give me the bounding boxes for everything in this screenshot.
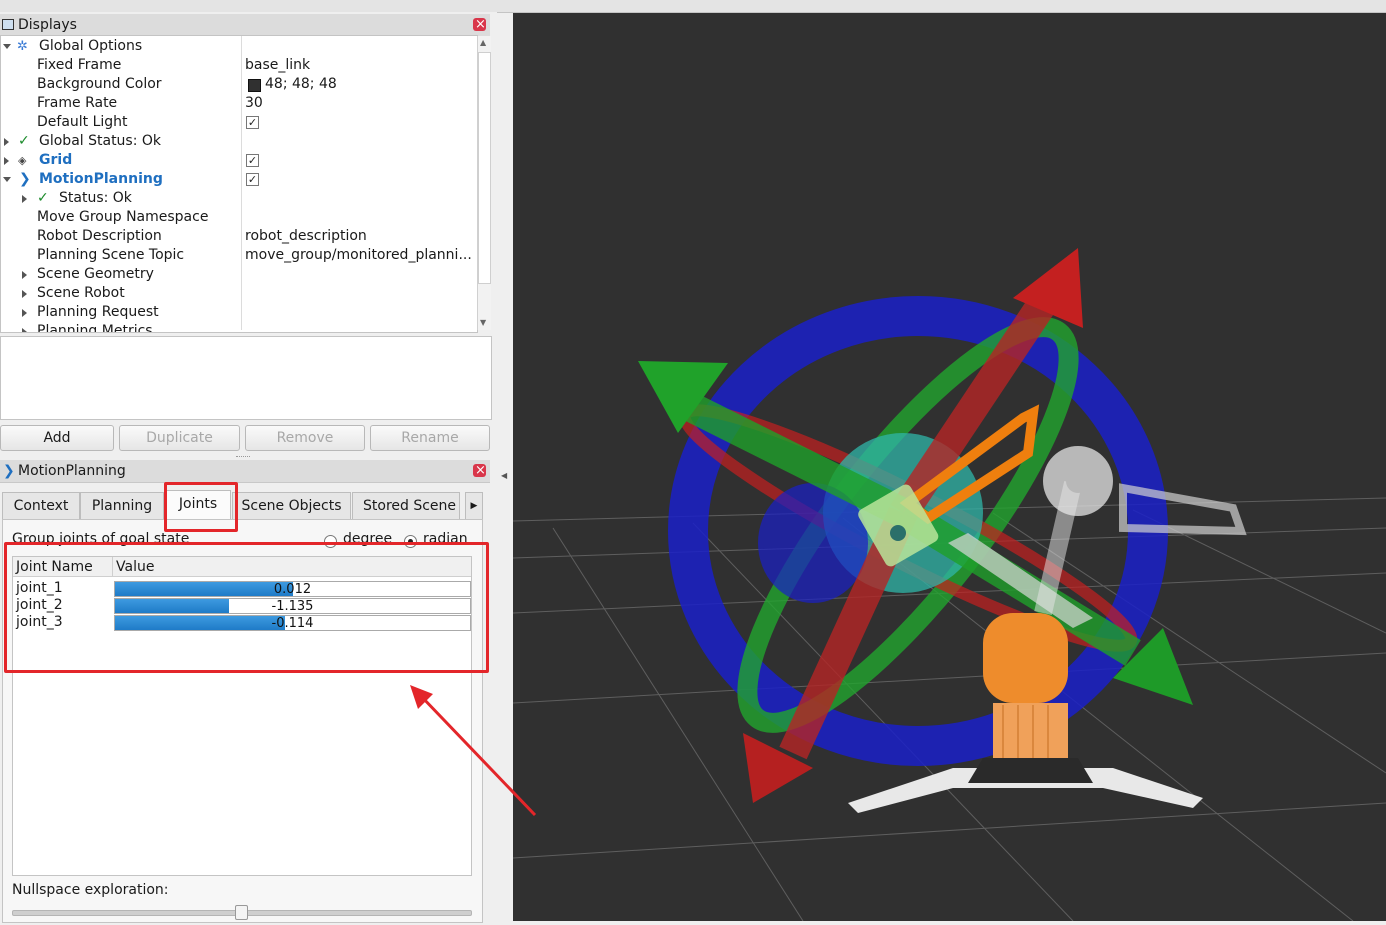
checkbox[interactable]: ✓	[246, 154, 259, 167]
nullspace-slider-handle[interactable]	[235, 905, 248, 920]
checkbox[interactable]: ✓	[246, 173, 259, 186]
gear-icon: ✲	[17, 39, 28, 54]
motionplanning-panel-header: ❯ MotionPlanning	[0, 460, 490, 483]
tab-context[interactable]: Context	[2, 492, 80, 520]
scroll-up-icon[interactable]: ▲	[480, 38, 486, 47]
highlight-box-joint-table	[4, 542, 489, 673]
robot-scene[interactable]	[512, 13, 1386, 922]
tree-row-global-status[interactable]: ✓ Global Status: Ok	[1, 132, 477, 151]
tree-row-robot-description[interactable]: Robot Description robot_description	[1, 227, 477, 246]
monitor-icon	[2, 19, 14, 30]
checkbox[interactable]: ✓	[246, 116, 259, 129]
plugin-icon: ❯	[3, 463, 15, 479]
tree-label: Grid	[39, 152, 73, 168]
rename-button[interactable]: Rename	[370, 425, 490, 451]
tree-row-move-group-namespace[interactable]: Move Group Namespace	[1, 208, 477, 227]
add-button[interactable]: Add	[0, 425, 114, 451]
tree-label: Planning Request	[37, 304, 159, 320]
tree-value[interactable]: move_group/monitored_planni...	[245, 246, 472, 265]
tree-label: Scene Geometry	[37, 266, 154, 282]
tree-row-scene-robot[interactable]: Scene Robot	[1, 284, 477, 303]
check-icon: ✓	[18, 133, 30, 149]
tree-row-global-options[interactable]: ✲ Global Options	[1, 37, 477, 56]
tree-value[interactable]: 30	[245, 94, 263, 113]
3d-viewport[interactable]	[512, 13, 1386, 922]
highlight-box-joints-tab	[164, 482, 238, 532]
expand-arrow-icon[interactable]	[4, 138, 9, 146]
displays-title: Displays	[18, 17, 77, 33]
tree-row-background-color[interactable]: Background Color 48; 48; 48	[1, 75, 477, 94]
tree-label: Fixed Frame	[37, 57, 122, 73]
column-divider	[241, 36, 242, 330]
expand-arrow-icon[interactable]	[22, 271, 27, 279]
close-icon[interactable]	[473, 460, 486, 482]
remove-button[interactable]: Remove	[245, 425, 365, 451]
tree-row-planning-metrics[interactable]: Planning Metrics	[1, 322, 477, 333]
tab-scroll-right-icon[interactable]: ▶	[465, 492, 483, 520]
nullspace-label: Nullspace exploration:	[12, 882, 169, 898]
tree-row-frame-rate[interactable]: Frame Rate 30	[1, 94, 477, 113]
tree-value[interactable]: base_link	[245, 56, 310, 75]
tree-label: Background Color	[37, 76, 162, 92]
tree-label: Default Light	[37, 114, 128, 130]
tree-label: Planning Scene Topic	[37, 247, 185, 263]
tab-stored-scene[interactable]: Stored Scene	[352, 492, 460, 519]
tree-label: Global Options	[39, 38, 143, 54]
annotation-arrow-icon	[410, 685, 537, 817]
plugin-icon: ❯	[19, 171, 31, 187]
color-swatch[interactable]	[248, 79, 261, 92]
close-icon[interactable]	[473, 14, 486, 36]
tab-scene-objects[interactable]: Scene Objects	[232, 492, 351, 520]
check-icon: ✓	[37, 190, 49, 206]
expand-arrow-icon[interactable]	[3, 44, 11, 49]
tree-label: Status: Ok	[59, 190, 132, 206]
expand-arrow-icon[interactable]	[22, 195, 27, 203]
tree-label: Scene Robot	[37, 285, 125, 301]
scrollbar-thumb[interactable]	[478, 52, 491, 284]
tree-label: Frame Rate	[37, 95, 118, 111]
expand-arrow-icon[interactable]	[22, 309, 27, 317]
displays-panel-header: Displays	[0, 14, 490, 37]
collapse-dock-icon[interactable]: ◀	[501, 471, 507, 480]
tree-row-grid[interactable]: ◈ Grid ✓	[1, 151, 477, 170]
tree-value[interactable]: robot_description	[245, 227, 367, 246]
tree-row-motionplanning[interactable]: ❯ MotionPlanning ✓	[1, 170, 477, 189]
tree-row-fixed-frame[interactable]: Fixed Frame base_link	[1, 56, 477, 75]
description-box	[0, 336, 492, 420]
motionplanning-title: MotionPlanning	[18, 463, 126, 479]
motionplanning-tabs: Context Planning Joints Scene Objects St…	[0, 490, 497, 520]
tree-row-planning-request[interactable]: Planning Request	[1, 303, 477, 322]
tree-row-default-light[interactable]: Default Light ✓	[1, 113, 477, 132]
tree-label: Planning Metrics	[37, 323, 153, 333]
tree-row-status-ok[interactable]: ✓ Status: Ok	[1, 189, 477, 208]
tree-label: Global Status: Ok	[39, 133, 162, 149]
expand-arrow-icon[interactable]	[22, 290, 27, 298]
tree-value[interactable]: 48; 48; 48	[265, 75, 337, 94]
tree-label: Robot Description	[37, 228, 162, 244]
tree-row-scene-geometry[interactable]: Scene Geometry	[1, 265, 477, 284]
tree-row-planning-scene-topic[interactable]: Planning Scene Topic move_group/monitore…	[1, 246, 477, 265]
displays-tree: ✲ Global Options Fixed Frame base_link B…	[0, 35, 478, 333]
tab-planning[interactable]: Planning	[80, 492, 164, 520]
tree-label: Move Group Namespace	[37, 209, 209, 225]
expand-arrow-icon[interactable]	[3, 177, 11, 182]
duplicate-button[interactable]: Duplicate	[119, 425, 240, 451]
expand-arrow-icon[interactable]	[4, 157, 9, 165]
tree-label: MotionPlanning	[39, 171, 163, 187]
scroll-down-icon[interactable]: ▼	[480, 318, 486, 327]
expand-arrow-icon[interactable]	[22, 328, 27, 332]
grid-icon: ◈	[18, 154, 27, 167]
